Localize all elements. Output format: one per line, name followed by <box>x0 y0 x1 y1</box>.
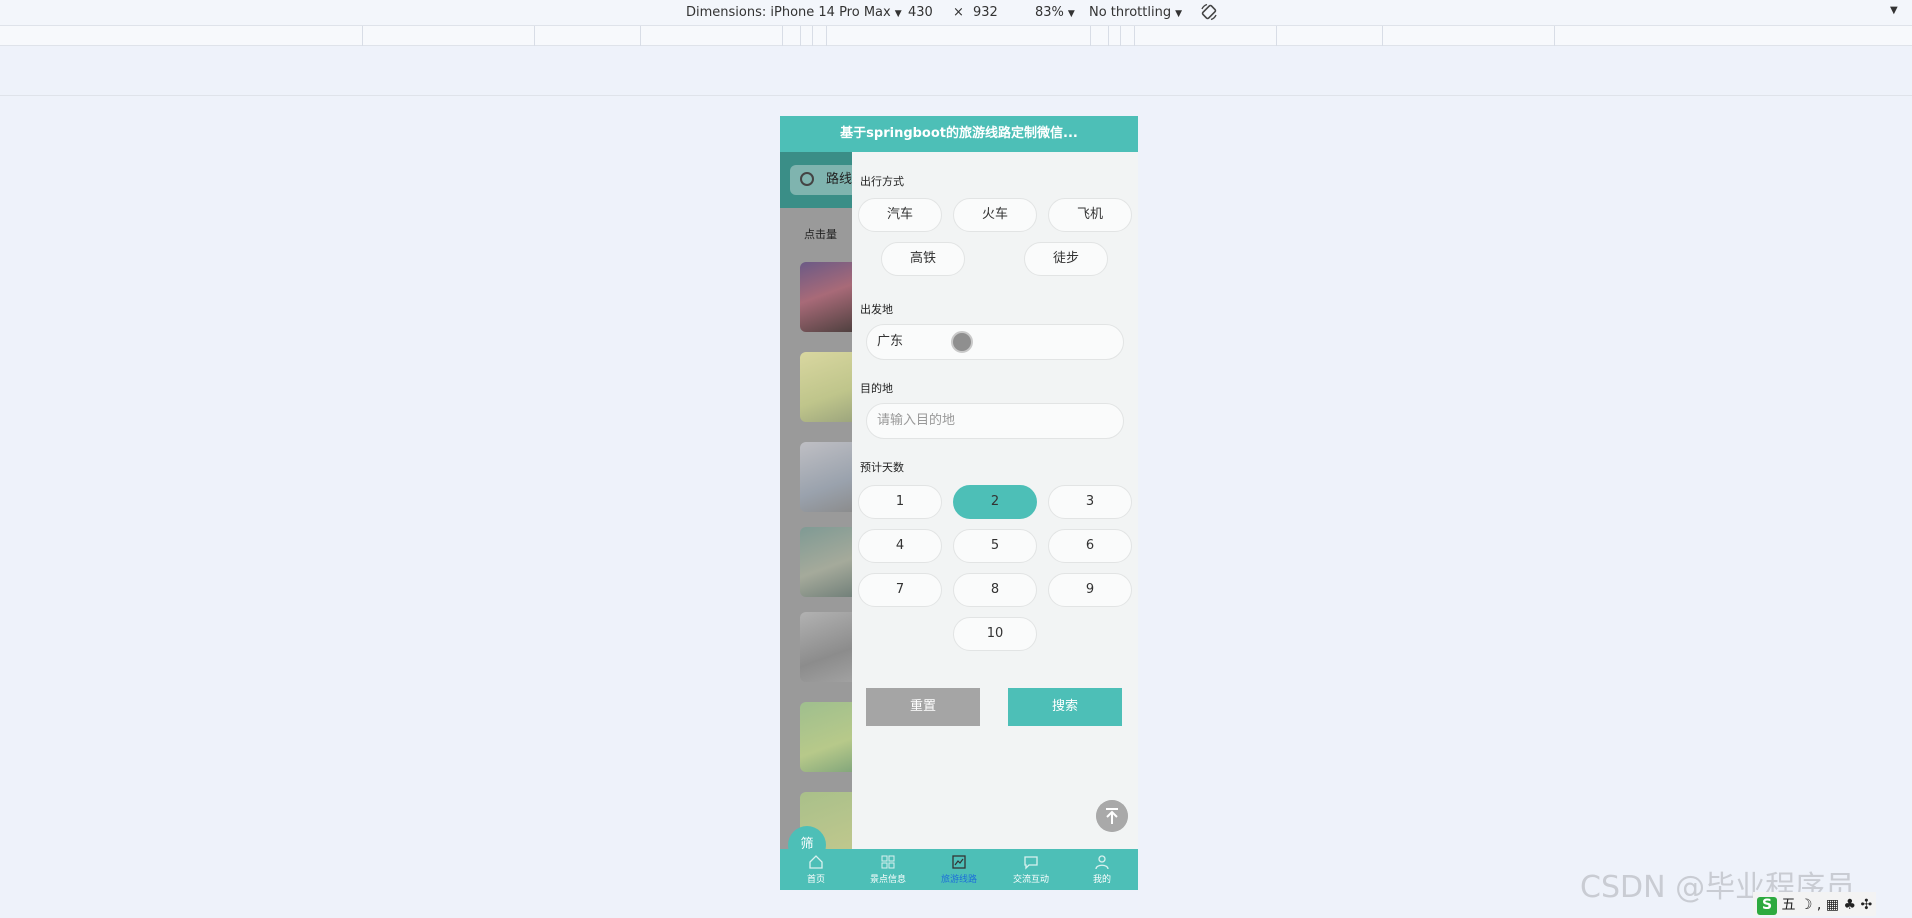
page-title: 基于springboot的旅游线路定制微信... <box>780 116 1138 152</box>
times-sign: × <box>953 5 964 20</box>
ruler-tick <box>1382 26 1383 46</box>
map-icon <box>952 855 966 869</box>
days-option[interactable]: 3 <box>1048 485 1132 519</box>
travel-mode-option[interactable]: 徒步 <box>1024 242 1108 276</box>
tab-attractions[interactable]: 景点信息 <box>852 849 924 890</box>
route-thumbnail[interactable] <box>800 352 860 422</box>
media-query-ruler <box>0 26 1912 46</box>
search-icon <box>800 172 814 186</box>
tab-label: 交流互动 <box>1012 875 1049 885</box>
origin-label: 出发地 <box>860 303 893 316</box>
route-thumbnail[interactable] <box>800 262 860 332</box>
days-option[interactable]: 8 <box>953 573 1037 607</box>
search-button[interactable]: 搜索 <box>1008 688 1122 726</box>
route-thumbnail[interactable] <box>800 612 860 682</box>
device-label: Dimensions: iPhone 14 Pro Max <box>686 5 891 20</box>
height-input[interactable]: 932 <box>973 5 998 20</box>
travel-mode-label: 出行方式 <box>860 175 904 188</box>
days-option[interactable]: 9 <box>1048 573 1132 607</box>
ruler-tick <box>1134 26 1135 46</box>
days-option[interactable]: 4 <box>858 529 942 563</box>
travel-mode-option[interactable]: 汽车 <box>858 198 942 232</box>
reset-button[interactable]: 重置 <box>866 688 980 726</box>
chat-icon <box>1024 856 1038 870</box>
home-icon <box>809 855 823 869</box>
back-to-top-icon[interactable] <box>1096 800 1128 832</box>
keyboard-icon[interactable]: ▦ <box>1826 897 1839 913</box>
ruler-tick <box>826 26 827 46</box>
tab-community[interactable]: 交流互动 <box>995 849 1067 890</box>
moon-icon[interactable]: ☽ <box>1800 897 1813 913</box>
search-text: 路线 <box>826 172 853 187</box>
chevron-down-icon: ▼ <box>1175 9 1182 19</box>
tab-profile[interactable]: 我的 <box>1066 849 1138 890</box>
tools-icon[interactable]: ✣ <box>1861 897 1873 913</box>
ruler-tick <box>534 26 535 46</box>
route-thumbnail[interactable] <box>800 702 860 772</box>
destination-field[interactable] <box>866 403 1124 439</box>
ruler-tick <box>812 26 813 46</box>
user-icon <box>1095 855 1109 870</box>
days-option[interactable]: 6 <box>1048 529 1132 563</box>
tab-label: 我的 <box>1092 875 1111 885</box>
throttling-dropdown[interactable]: No throttling ▼ <box>1089 5 1182 20</box>
origin-input[interactable] <box>877 332 1123 347</box>
width-input[interactable]: 430 <box>908 5 933 20</box>
sogou-logo-icon: S <box>1757 897 1777 915</box>
tab-label: 景点信息 <box>869 875 906 885</box>
tab-routes[interactable]: 旅游线路 <box>923 849 995 890</box>
days-option[interactable]: 7 <box>858 573 942 607</box>
ime-toolbar[interactable]: S 五 ☽ , ▦ ♣ ✣ <box>1753 892 1877 916</box>
chevron-down-icon: ▼ <box>894 9 902 19</box>
travel-mode-option[interactable]: 火车 <box>953 198 1037 232</box>
ruler-tick <box>782 26 783 46</box>
bottom-tabbar: 首页 景点信息 旅游线路 交流互动 我的 <box>780 849 1138 890</box>
ruler-tick <box>1120 26 1121 46</box>
tab-label: 首页 <box>806 875 825 885</box>
days-option-selected[interactable]: 2 <box>953 485 1037 519</box>
destination-label: 目的地 <box>860 382 893 395</box>
travel-mode-option[interactable]: 飞机 <box>1048 198 1132 232</box>
travel-mode-option[interactable]: 高铁 <box>881 242 965 276</box>
days-option[interactable]: 1 <box>858 485 942 519</box>
ruler-area <box>0 46 1912 96</box>
punct-icon[interactable]: , <box>1817 897 1821 913</box>
ruler-tick <box>1090 26 1091 46</box>
ruler-tick <box>800 26 801 46</box>
route-thumbnail[interactable] <box>800 442 860 512</box>
filter-drawer: 出行方式 汽车 火车 飞机 高铁 徒步 出发地 目的地 预计天数 1 2 3 4… <box>852 152 1138 852</box>
ruler-tick <box>1276 26 1277 46</box>
days-option[interactable]: 10 <box>953 617 1037 651</box>
click-count-sort[interactable]: 点击量 <box>804 226 837 242</box>
chevron-down-icon: ▼ <box>1067 9 1075 19</box>
ime-mode[interactable]: 五 <box>1781 897 1795 913</box>
skin-icon[interactable]: ♣ <box>1844 897 1857 913</box>
ruler-tick <box>1108 26 1109 46</box>
devtools-toolbar: Dimensions: iPhone 14 Pro Max ▼ 430 × 932… <box>0 0 1912 26</box>
rotate-icon[interactable] <box>1200 3 1218 21</box>
touch-cursor-icon <box>951 331 973 353</box>
origin-field[interactable] <box>866 324 1124 360</box>
device-dimensions-dropdown[interactable]: Dimensions: iPhone 14 Pro Max ▼ <box>686 5 902 20</box>
ruler-tick <box>362 26 363 46</box>
route-thumbnail[interactable] <box>800 527 860 597</box>
zoom-dropdown[interactable]: 83% ▼ <box>1035 5 1075 20</box>
grid-icon <box>881 855 895 869</box>
tab-label: 旅游线路 <box>940 875 977 885</box>
tab-home[interactable]: 首页 <box>780 849 852 890</box>
ruler-tick <box>640 26 641 46</box>
days-option[interactable]: 5 <box>953 529 1037 563</box>
destination-input[interactable] <box>877 413 1123 428</box>
ruler-tick <box>1554 26 1555 46</box>
throttling-label: No throttling <box>1089 5 1172 20</box>
zoom-label: 83% <box>1035 5 1064 20</box>
phone-viewport: 基于springboot的旅游线路定制微信... 路线 点击量 筛 出行方式 汽… <box>780 116 1138 890</box>
days-label: 预计天数 <box>860 461 904 474</box>
more-options-icon[interactable]: ▼ <box>1890 5 1898 16</box>
